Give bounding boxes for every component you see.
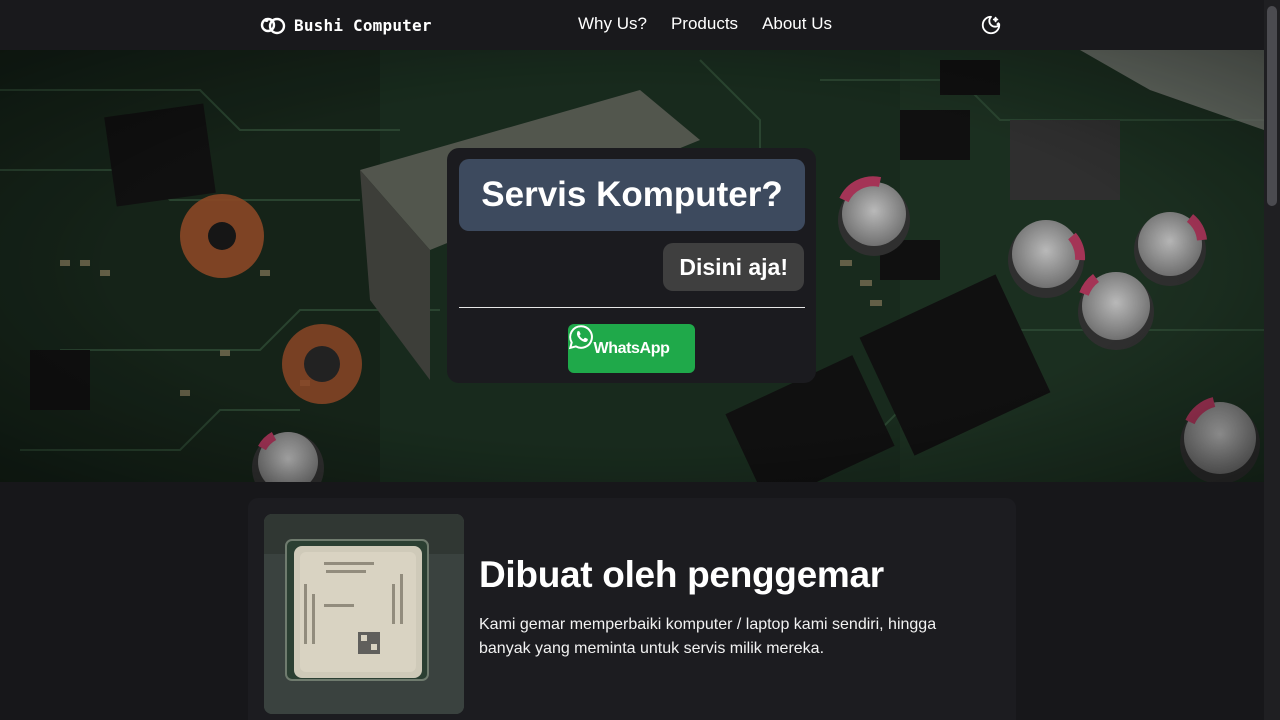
- scrollbar-thumb[interactable]: [1267, 6, 1277, 206]
- navbar: Bushi Computer Why Us? Products About Us: [0, 0, 1264, 50]
- main-nav: Why Us? Products About Us: [578, 14, 832, 34]
- brand-name: Bushi Computer: [294, 15, 432, 35]
- hero-section: Servis Komputer? Disini aja! WhatsApp: [0, 50, 1264, 482]
- chat-card: Servis Komputer? Disini aja! WhatsApp: [447, 148, 816, 383]
- brand-logo-icon: [260, 17, 286, 35]
- theme-toggle-button[interactable]: [978, 12, 1004, 38]
- cpu-image: [264, 514, 464, 714]
- nav-link-about-us[interactable]: About Us: [762, 14, 832, 34]
- whatsapp-label: WhatsApp: [593, 339, 670, 357]
- page-scrollbar[interactable]: [1264, 0, 1280, 720]
- hero-title: Servis Komputer?: [459, 159, 805, 231]
- feature-card: Dibuat oleh penggemar Kami gemar memperb…: [248, 498, 1016, 720]
- feature-title: Dibuat oleh penggemar: [479, 554, 884, 595]
- feature-description: Kami gemar memperbaiki komputer / laptop…: [479, 616, 937, 657]
- moon-icon: [981, 15, 1001, 35]
- nav-link-why-us[interactable]: Why Us?: [578, 14, 647, 34]
- nav-link-products[interactable]: Products: [671, 14, 738, 34]
- divider: [459, 307, 805, 308]
- whatsapp-icon: [568, 325, 593, 350]
- hero-reply: Disini aja!: [663, 243, 804, 291]
- whatsapp-button[interactable]: WhatsApp: [568, 324, 695, 373]
- brand-link[interactable]: Bushi Computer: [260, 13, 432, 37]
